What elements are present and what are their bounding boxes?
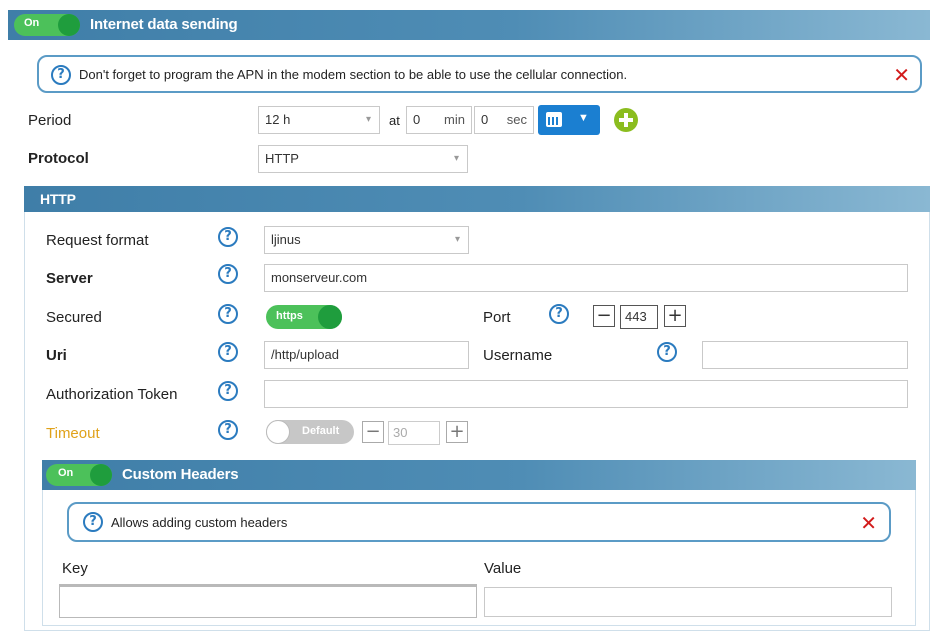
https-toggle-label: https: [276, 310, 303, 322]
toggle-knob: [318, 305, 342, 329]
section-title: Internet data sending: [90, 16, 238, 33]
period-at-label: at: [389, 113, 400, 128]
https-toggle[interactable]: https: [266, 305, 342, 329]
help-icon: ?: [51, 65, 71, 85]
custom-headers-notice-text: Allows adding custom headers: [111, 515, 288, 530]
internet-data-sending-header: On Internet data sending: [8, 10, 930, 40]
custom-headers-toggle[interactable]: On: [46, 464, 112, 486]
toggle-knob: [266, 420, 290, 444]
header-key-input[interactable]: [59, 584, 477, 618]
value-column-label: Value: [484, 560, 522, 577]
help-icon: ?: [83, 512, 103, 532]
timeout-label: Timeout: [46, 425, 100, 442]
period-minutes-value: 0: [413, 112, 421, 127]
timeout-increment-button[interactable]: +: [446, 421, 468, 443]
help-icon[interactable]: ?: [218, 381, 238, 401]
toggle-knob: [90, 464, 112, 486]
help-icon[interactable]: ?: [218, 420, 238, 440]
calendar-icon: [546, 112, 562, 127]
uri-value: /http/upload: [271, 347, 339, 362]
header-value-input[interactable]: [484, 587, 892, 617]
request-format-value: ljinus: [271, 232, 301, 247]
port-label: Port: [483, 309, 511, 326]
request-format-select[interactable]: ljinus ▾: [264, 226, 469, 254]
timeout-value: 30: [393, 425, 408, 440]
period-sec-unit: sec: [506, 112, 527, 127]
port-value: 443: [625, 309, 647, 324]
period-label: Period: [28, 112, 72, 129]
uri-label: Uri: [46, 347, 67, 364]
apn-notice-text: Don't forget to program the APN in the m…: [79, 67, 628, 82]
username-input[interactable]: [702, 341, 908, 369]
timeout-decrement-button[interactable]: −: [362, 421, 384, 443]
authorization-token-label: Authorization Token: [46, 386, 178, 403]
port-increment-button[interactable]: +: [664, 305, 686, 327]
server-label: Server: [46, 270, 93, 287]
period-seconds-value: 0: [481, 112, 489, 127]
protocol-value: HTTP: [265, 151, 299, 166]
custom-headers-notice: ? Allows adding custom headers ✕: [67, 502, 891, 542]
server-value: monserveur.com: [271, 270, 368, 285]
port-input[interactable]: 443: [620, 305, 658, 329]
period-minutes-field[interactable]: 0 min: [406, 106, 472, 134]
caret-down-icon: ▼: [578, 112, 589, 124]
help-icon[interactable]: ?: [218, 227, 238, 247]
help-icon[interactable]: ?: [549, 304, 569, 324]
timeout-input[interactable]: 30: [388, 421, 440, 445]
toggle-knob: [58, 14, 80, 36]
port-decrement-button[interactable]: −: [593, 305, 615, 327]
server-input[interactable]: monserveur.com: [264, 264, 908, 292]
http-header: HTTP: [24, 186, 930, 212]
protocol-label: Protocol: [28, 150, 89, 167]
add-period-button[interactable]: [614, 108, 638, 132]
calendar-dropdown-button[interactable]: ▼: [538, 105, 600, 135]
close-icon[interactable]: ✕: [860, 511, 877, 535]
chevron-down-icon: ▾: [454, 234, 460, 245]
toggle-on-label: On: [24, 17, 40, 29]
chevron-down-icon: ▾: [453, 153, 459, 164]
help-icon[interactable]: ?: [218, 342, 238, 362]
internet-data-sending-toggle[interactable]: On: [14, 14, 80, 36]
help-icon[interactable]: ?: [657, 342, 677, 362]
secured-label: Secured: [46, 309, 102, 326]
uri-input[interactable]: /http/upload: [264, 341, 469, 369]
http-title: HTTP: [40, 191, 76, 207]
timeout-default-toggle[interactable]: Default: [266, 420, 354, 444]
chevron-down-icon: ▾: [365, 114, 371, 125]
custom-headers-header: On Custom Headers: [42, 460, 916, 490]
username-label: Username: [483, 347, 553, 364]
help-icon[interactable]: ?: [218, 304, 238, 324]
timeout-toggle-label: Default: [302, 425, 340, 437]
authorization-token-input[interactable]: [264, 380, 908, 408]
custom-headers-title: Custom Headers: [122, 466, 239, 483]
period-select[interactable]: 12 h ▾: [258, 106, 380, 134]
request-format-label: Request format: [46, 232, 149, 249]
key-column-label: Key: [62, 560, 88, 577]
period-seconds-field[interactable]: 0 sec: [474, 106, 534, 134]
close-icon[interactable]: ✕: [893, 63, 910, 87]
period-value: 12 h: [265, 112, 291, 127]
help-icon[interactable]: ?: [218, 264, 238, 284]
apn-notice: ? Don't forget to program the APN in the…: [37, 55, 922, 93]
protocol-select[interactable]: HTTP ▾: [258, 145, 468, 173]
toggle-on-label: On: [58, 467, 74, 479]
period-min-unit: min: [444, 112, 465, 127]
